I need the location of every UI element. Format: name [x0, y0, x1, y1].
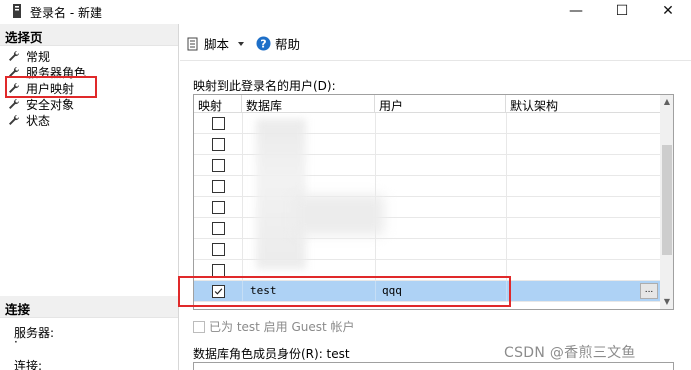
svg-text:?: ? — [260, 38, 266, 51]
scroll-thumb[interactable] — [662, 145, 672, 255]
map-checkbox[interactable] — [212, 243, 225, 256]
title-bar: 登录名 - 新建 — ☐ ✕ — [0, 0, 691, 24]
toolbar: 脚本 ? 帮助 — [180, 30, 691, 56]
map-checkbox[interactable] — [212, 201, 225, 214]
grid-header: 映射 数据库 用户 默认架构 — [194, 95, 660, 113]
nav-item-label: 状态 — [26, 113, 51, 128]
redacted-region — [256, 119, 306, 269]
connection-label: 连接: — [14, 359, 43, 370]
column-header-map[interactable]: 映射 — [194, 95, 242, 113]
help-label: 帮助 — [275, 37, 301, 52]
server-label: 服务器: — [14, 326, 55, 340]
script-button[interactable]: 脚本 — [186, 34, 249, 53]
map-checkbox[interactable] — [212, 138, 225, 151]
nav-item-label: 常规 — [26, 49, 51, 64]
minimize-button[interactable]: — — [553, 0, 599, 24]
maximize-button[interactable]: ☐ — [599, 0, 645, 24]
mapping-label: 映射到此登录名的用户(D): — [193, 79, 336, 93]
scroll-up-icon[interactable]: ▲ — [660, 95, 673, 109]
column-header-database[interactable]: 数据库 — [242, 95, 375, 113]
map-checkbox[interactable] — [212, 159, 225, 172]
wrench-icon — [9, 50, 20, 61]
server-value: · — [14, 335, 18, 349]
nav-item-general[interactable]: 常规 — [8, 48, 50, 64]
connection-header: 连接 — [0, 296, 178, 318]
column-header-user[interactable]: 用户 — [375, 95, 506, 113]
toolbar-divider — [180, 60, 691, 61]
guest-checkbox — [193, 320, 205, 333]
map-checkbox[interactable] — [212, 180, 225, 193]
script-label: 脚本 — [204, 37, 230, 52]
nav-item-securables[interactable]: 安全对象 — [8, 96, 74, 112]
chevron-down-icon[interactable] — [233, 38, 249, 50]
schema-browse-button[interactable]: ... — [640, 283, 658, 299]
map-checkbox[interactable] — [212, 222, 225, 235]
app-icon — [13, 4, 21, 18]
nav-item-status[interactable]: 状态 — [8, 112, 50, 128]
map-checkbox[interactable] — [212, 117, 225, 130]
nav-item-label: 安全对象 — [26, 97, 75, 112]
guest-label: 已为 test 启用 Guest 帐户 — [209, 320, 355, 334]
role-membership-label: 数据库角色成员身份(R): test — [193, 347, 350, 361]
watermark: CSDN @香煎三文鱼 — [504, 345, 636, 361]
role-membership-list[interactable] — [193, 362, 674, 370]
select-page-header: 选择页 — [0, 24, 178, 46]
close-button[interactable]: ✕ — [645, 0, 691, 24]
help-icon: ? — [256, 36, 271, 51]
scroll-down-icon[interactable]: ▼ — [660, 295, 673, 309]
script-icon — [187, 37, 198, 50]
column-header-default-schema[interactable]: 默认架构 — [506, 95, 660, 113]
highlight-box-user-mapping — [5, 76, 97, 98]
vertical-scrollbar[interactable]: ▲ ▼ — [660, 95, 673, 309]
redacted-region — [294, 195, 384, 235]
help-button[interactable]: ? 帮助 — [256, 34, 300, 53]
wrench-icon — [9, 98, 20, 109]
window-title: 登录名 - 新建 — [30, 6, 102, 20]
wrench-icon — [9, 114, 20, 125]
highlight-box-selected-row — [178, 276, 511, 307]
guest-account-option: 已为 test 启用 Guest 帐户 — [193, 318, 355, 335]
